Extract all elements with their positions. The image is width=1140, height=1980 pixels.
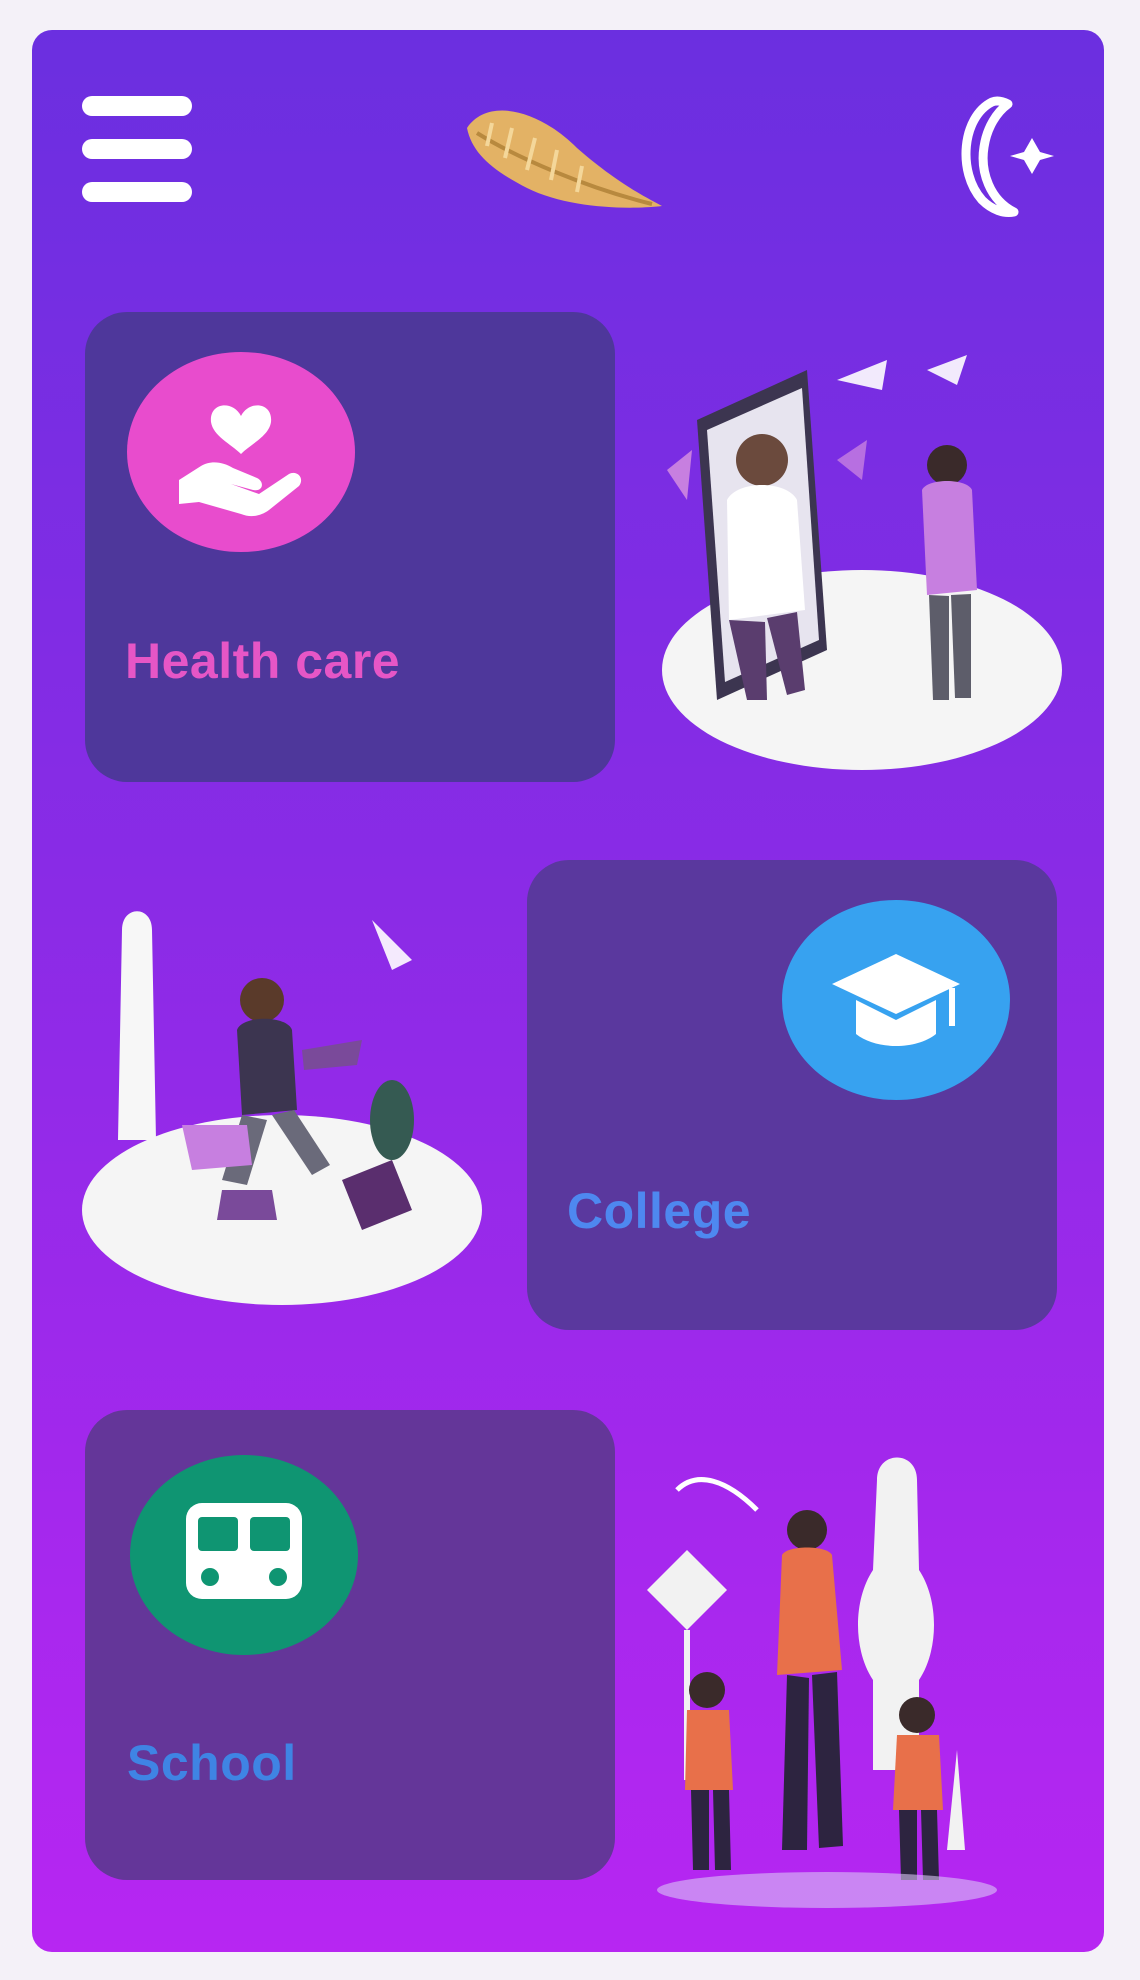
- menu-bar: [82, 96, 192, 116]
- menu-bar: [82, 182, 192, 202]
- hamburger-menu-icon[interactable]: [82, 96, 192, 202]
- category-label: School: [127, 1735, 297, 1791]
- category-card-college[interactable]: College: [527, 860, 1057, 1330]
- feather-logo: [467, 110, 662, 208]
- menu-bar: [82, 139, 192, 159]
- parent-children-walking-illustration: [647, 1457, 997, 1908]
- category-label: College: [567, 1183, 752, 1239]
- category-card-school[interactable]: School: [85, 1410, 615, 1880]
- hand-heart-icon: [127, 352, 355, 552]
- doctor-telehealth-illustration: [662, 355, 1062, 770]
- student-studying-illustration: [82, 911, 482, 1305]
- category-label: Health care: [125, 633, 401, 689]
- graduation-cap-icon: [782, 900, 1010, 1100]
- app-screen: Health care College School: [32, 30, 1104, 1952]
- school-bus-icon: [130, 1455, 358, 1655]
- category-card-health-care[interactable]: Health care: [85, 312, 615, 782]
- night-mode-moon-icon[interactable]: [952, 92, 1062, 220]
